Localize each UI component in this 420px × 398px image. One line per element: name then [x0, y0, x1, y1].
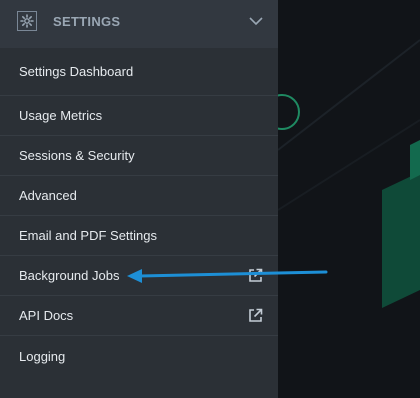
background-panel [278, 0, 420, 398]
chevron-down-icon[interactable] [248, 13, 264, 29]
menu-item-label: Advanced [19, 188, 77, 203]
menu-item-advanced[interactable]: Advanced [0, 176, 278, 216]
external-link-icon[interactable] [248, 268, 263, 283]
settings-sidebar: SETTINGS Settings Dashboard Usage Metric… [0, 0, 278, 398]
menu-item-usage-metrics[interactable]: Usage Metrics [0, 96, 278, 136]
menu-item-label: Background Jobs [19, 268, 120, 283]
menu-item-sessions-security[interactable]: Sessions & Security [0, 136, 278, 176]
background-decoration [278, 39, 420, 308]
menu-item-label: API Docs [19, 308, 74, 323]
menu-item-label: Sessions & Security [19, 148, 135, 163]
settings-title: SETTINGS [53, 14, 121, 29]
settings-menu: Settings Dashboard Usage Metrics Session… [0, 48, 278, 376]
menu-item-label: Usage Metrics [19, 108, 103, 123]
menu-item-api-docs[interactable]: API Docs [0, 296, 278, 336]
menu-item-email-pdf-settings[interactable]: Email and PDF Settings [0, 216, 278, 256]
menu-item-background-jobs[interactable]: Background Jobs [0, 256, 278, 296]
menu-item-label: Logging [19, 348, 66, 364]
menu-item-logging[interactable]: Logging [0, 336, 278, 376]
external-link-icon[interactable] [248, 308, 263, 323]
menu-item-settings-dashboard[interactable]: Settings Dashboard [0, 48, 278, 96]
menu-item-label: Email and PDF Settings [19, 228, 158, 243]
app-root: SETTINGS Settings Dashboard Usage Metric… [0, 0, 420, 398]
gear-icon [17, 11, 37, 31]
menu-item-label: Settings Dashboard [19, 64, 134, 79]
settings-header[interactable]: SETTINGS [0, 0, 278, 48]
